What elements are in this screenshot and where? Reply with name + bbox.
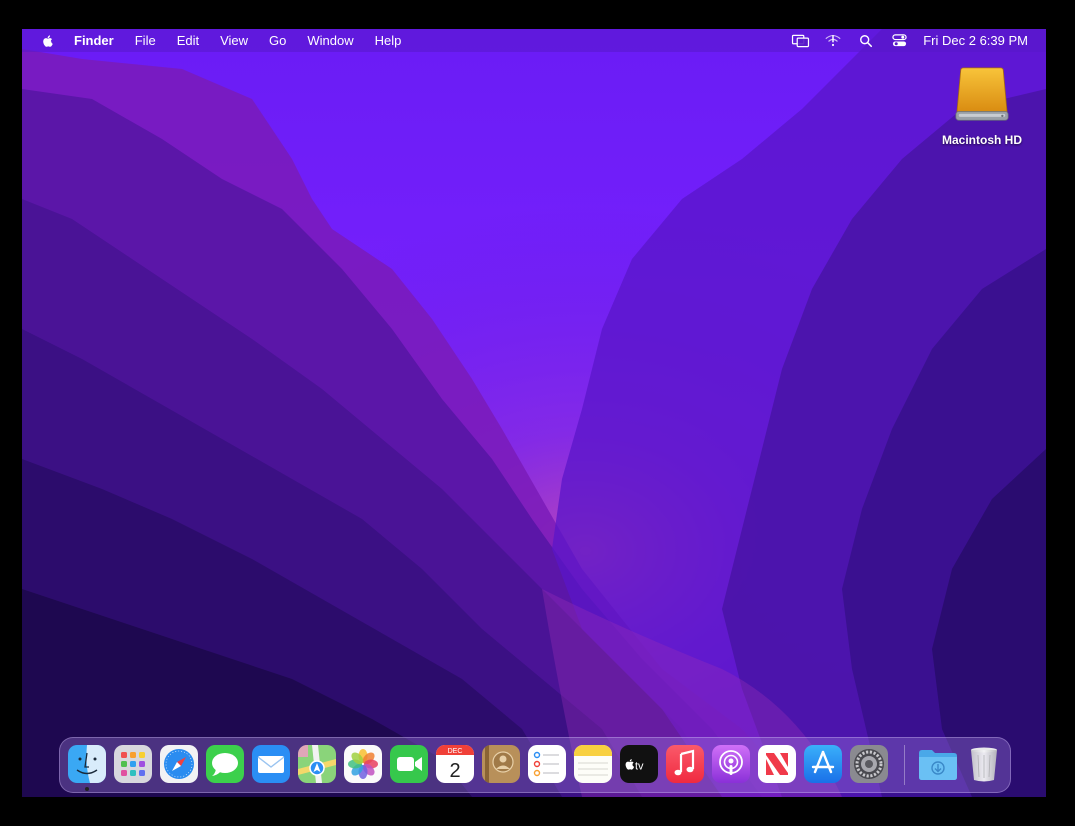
calendar-day: 2 xyxy=(449,760,460,782)
menu-edit[interactable]: Edit xyxy=(166,29,209,52)
maps-icon xyxy=(298,745,336,783)
launchpad-icon xyxy=(114,745,152,783)
menu-app-name[interactable]: Finder xyxy=(72,29,124,52)
menu-go[interactable]: Go xyxy=(259,29,297,52)
dock-app-mail[interactable] xyxy=(252,745,290,783)
music-icon xyxy=(666,745,704,783)
downloads-folder-icon xyxy=(919,750,957,780)
app-store-icon xyxy=(804,745,842,783)
dock-app-safari[interactable] xyxy=(160,745,198,783)
dock-app-photos[interactable] xyxy=(344,745,382,783)
dock-app-launchpad[interactable] xyxy=(114,745,152,783)
dock-app-music[interactable] xyxy=(666,745,704,783)
apple-menu-icon[interactable] xyxy=(40,33,56,49)
calendar-month: DEC xyxy=(448,748,463,755)
finder-icon xyxy=(68,745,106,783)
photos-icon xyxy=(344,745,382,783)
desktop-icon-macintosh-hd[interactable]: Macintosh HD xyxy=(932,65,1032,147)
dock-app-messages[interactable] xyxy=(206,745,244,783)
dock-app-news[interactable] xyxy=(758,745,796,783)
notes-icon xyxy=(574,745,612,783)
trash-icon xyxy=(971,747,997,782)
apple-tv-icon: tv xyxy=(620,745,658,783)
contacts-icon xyxy=(482,745,520,783)
dock-app-maps[interactable] xyxy=(298,745,336,783)
dock-app-app-store[interactable] xyxy=(804,745,842,783)
hard-drive-icon xyxy=(955,67,1009,121)
menu-window[interactable]: Window xyxy=(297,29,364,52)
desktop-screen: Finder File Edit View Go Window Help Fri… xyxy=(22,29,1046,797)
dock-app-notes[interactable] xyxy=(574,745,612,783)
calendar-icon: DEC 2 xyxy=(436,745,474,783)
dock-app-finder[interactable] xyxy=(68,745,106,783)
reminders-icon xyxy=(528,745,566,783)
news-icon xyxy=(758,745,796,783)
wifi-off-icon[interactable] xyxy=(823,33,843,49)
messages-icon xyxy=(206,745,244,783)
menu-help[interactable]: Help xyxy=(364,29,412,52)
apple-tv-label: tv xyxy=(635,761,644,773)
menu-view[interactable]: View xyxy=(210,29,259,52)
mail-icon xyxy=(252,745,290,783)
spotlight-search-icon[interactable] xyxy=(856,33,876,49)
dock-app-reminders[interactable] xyxy=(528,745,566,783)
display-mirroring-icon[interactable] xyxy=(790,33,810,49)
menu-file[interactable]: File xyxy=(124,29,166,52)
dock-app-calendar[interactable]: DEC 2 xyxy=(436,745,474,783)
control-center-icon[interactable] xyxy=(889,33,909,49)
dock-app-apple-tv[interactable]: tv xyxy=(620,745,658,783)
dock-app-podcasts[interactable] xyxy=(712,745,750,783)
dock-app-system-preferences[interactable] xyxy=(850,745,888,783)
desktop-icon-label: Macintosh HD xyxy=(941,133,1022,147)
podcasts-icon xyxy=(712,745,750,783)
dock-downloads-stack[interactable] xyxy=(917,745,959,783)
dock-app-contacts[interactable] xyxy=(482,745,520,783)
dock-trash[interactable] xyxy=(965,745,1003,783)
gear-icon xyxy=(850,745,888,783)
dock: DEC 2 tv xyxy=(59,737,1011,793)
wallpaper xyxy=(22,29,1046,797)
menu-bar: Finder File Edit View Go Window Help Fri… xyxy=(22,29,1046,52)
dock-app-facetime[interactable] xyxy=(390,745,428,783)
finder-running-indicator xyxy=(85,787,89,791)
facetime-icon xyxy=(390,745,428,783)
dock-divider xyxy=(904,745,905,785)
menu-bar-clock[interactable]: Fri Dec 2 6:39 PM xyxy=(923,29,1028,52)
safari-icon xyxy=(160,745,198,783)
